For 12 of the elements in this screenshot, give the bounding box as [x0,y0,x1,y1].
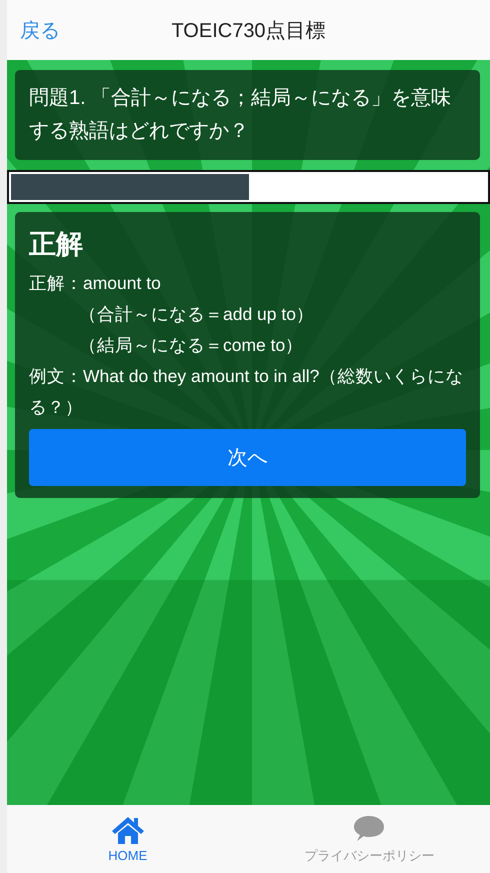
question-text: 問題1. 「合計～になる；結局～になる」を意味する熟語はどれですか？ [29,86,452,144]
tab-item[interactable]: HOME [7,805,248,873]
page-title: TOEIC730点目標 [171,18,326,44]
back-link[interactable]: 戻る [20,16,60,44]
answer-line: （結局～になる＝come to） [78,334,304,357]
tab-item[interactable]: プライバシーポリシー [248,805,490,873]
home-icon [110,815,146,845]
answer-line: （合計～になる＝add up to） [78,303,315,326]
answer-line: 例文：What do they amount to in all?（総数いくらになる？） [29,365,464,419]
answer-line: 正解：amount to [29,272,162,295]
answer-heading: 正解 [29,228,84,261]
next-button[interactable]: 次へ [29,429,466,486]
